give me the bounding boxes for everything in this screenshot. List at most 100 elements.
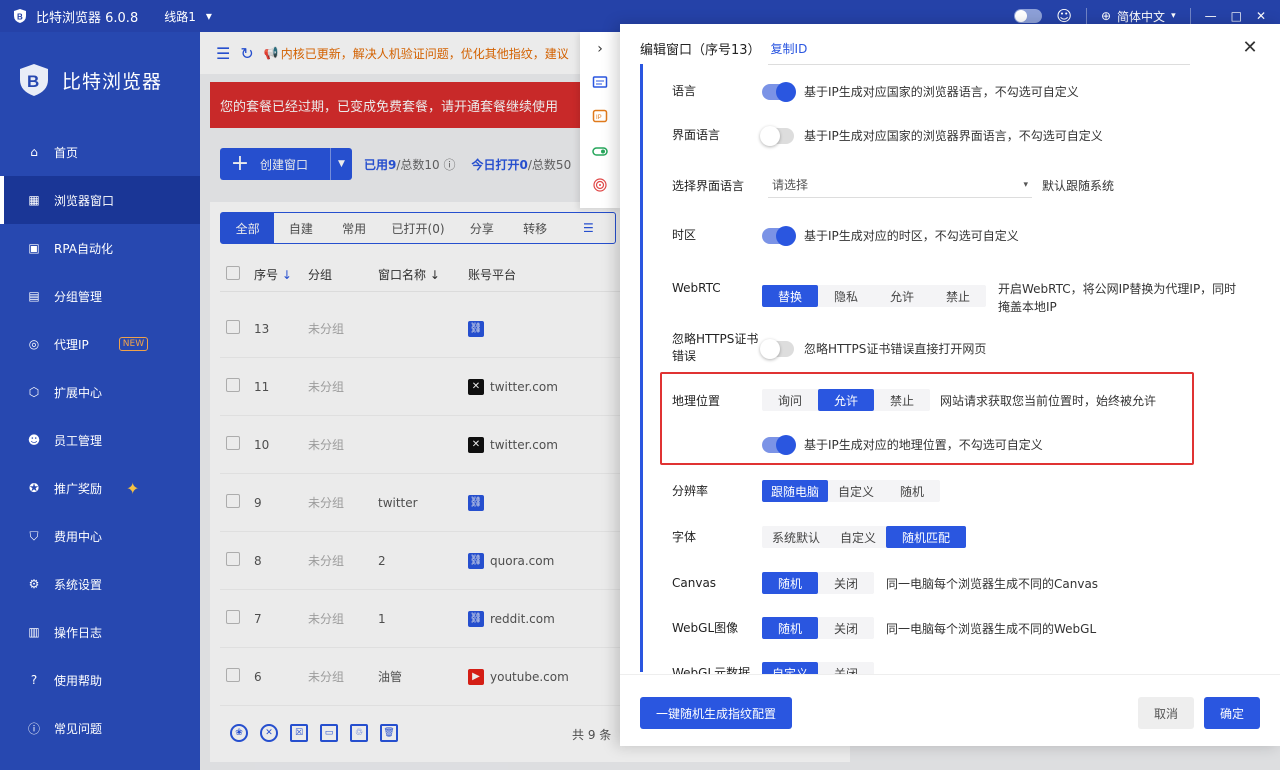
- random-fingerprint-button[interactable]: 一键随机生成指纹配置: [640, 697, 792, 729]
- rpa-icon: ▣: [28, 241, 40, 255]
- ip-icon[interactable]: IP: [580, 100, 620, 134]
- webrtc-option-forbid[interactable]: 禁止: [930, 285, 986, 307]
- webgl-image-option-random[interactable]: 随机: [762, 617, 818, 639]
- support-icon[interactable]: ☺: [1056, 7, 1072, 25]
- cube-icon: ⬡: [28, 385, 40, 399]
- field-label-canvas: Canvas: [672, 576, 717, 590]
- maximize-button[interactable]: □: [1231, 9, 1242, 23]
- reward-icon: ✪: [28, 481, 40, 495]
- quick-tools-strip: › IP: [580, 32, 620, 208]
- webrtc-option-replace[interactable]: 替换: [762, 285, 818, 307]
- new-badge: NEW: [118, 337, 149, 351]
- line-selector[interactable]: 线路1 ▾: [164, 8, 212, 25]
- geo-option-allow[interactable]: 允许: [818, 389, 874, 411]
- modal-body: 语言 基于IP生成对应国家的浏览器语言，不勾选可自定义 界面语言 基于IP生成对…: [620, 64, 1280, 674]
- help-icon: ?: [30, 673, 38, 687]
- sidebar-item-settings[interactable]: ⚙ 系统设置: [0, 560, 200, 608]
- log-icon: ▥: [28, 625, 40, 639]
- webrtc-segmented: 替换 隐私 允许 禁止: [762, 285, 986, 307]
- font-option-random-match[interactable]: 随机匹配: [886, 526, 966, 548]
- timezone-switch[interactable]: [762, 225, 796, 246]
- sparkle-icon: ✦: [126, 478, 140, 498]
- cancel-button[interactable]: 取消: [1138, 697, 1194, 729]
- sidebar-item-logs[interactable]: ▥ 操作日志: [0, 608, 200, 656]
- staff-icon: ☻: [27, 433, 41, 447]
- webgl-meta-option-custom[interactable]: 自定义: [762, 662, 818, 674]
- webgl-meta-segmented: 自定义 关闭: [762, 662, 874, 674]
- sidebar: B 比特浏览器 ⌂ 首页 ▦ 浏览器窗口 ▣ RPA自动化 ▤ 分组管理 ◎ 代理IP NE…: [0, 32, 200, 770]
- fingerprint-icon[interactable]: [580, 168, 620, 202]
- gear-icon: ⚙: [28, 577, 40, 591]
- canvas-option-off[interactable]: 关闭: [818, 572, 874, 594]
- edit-window-modal: 编辑窗口（序号13） 复制ID ✕ 语言 基于IP生成对应国家的浏览器语言，不勾…: [620, 24, 1280, 746]
- sidebar-item-rewards[interactable]: ✪ 推广奖励 ✦: [0, 464, 200, 512]
- group-icon: ▤: [28, 289, 40, 303]
- close-icon[interactable]: ✕: [1240, 38, 1260, 58]
- field-label-select-ui-language: 选择界面语言: [672, 179, 745, 193]
- language-selector[interactable]: ⊕ 简体中文 ▾: [1101, 8, 1176, 25]
- resolution-option-custom[interactable]: 自定义: [828, 480, 884, 502]
- close-window-button[interactable]: ✕: [1256, 9, 1266, 23]
- sidebar-item-browser-window[interactable]: ▦ 浏览器窗口: [0, 176, 200, 224]
- sidebar-item-rpa[interactable]: ▣ RPA自动化: [0, 224, 200, 272]
- geo-option-forbid[interactable]: 禁止: [874, 389, 930, 411]
- sidebar-item-help[interactable]: ? 使用帮助: [0, 656, 200, 704]
- font-option-system[interactable]: 系统默认: [762, 526, 830, 548]
- svg-text:B: B: [27, 72, 39, 91]
- resolution-segmented: 跟随电脑 自定义 随机: [762, 480, 940, 502]
- chevron-down-icon: ▾: [1171, 11, 1176, 21]
- expand-chevron-icon[interactable]: ›: [580, 32, 620, 66]
- sidebar-item-extensions[interactable]: ⬡ 扩展中心: [0, 368, 200, 416]
- canvas-segmented: 随机 关闭: [762, 572, 874, 594]
- grid-icon: ▦: [28, 193, 40, 207]
- svg-text:B: B: [17, 13, 23, 22]
- field-label-language: 语言: [672, 84, 697, 98]
- font-segmented: 系统默认 自定义 随机匹配: [762, 526, 966, 548]
- geo-option-ask[interactable]: 询问: [762, 389, 818, 411]
- app-logo-icon: B: [14, 9, 26, 23]
- ui-language-switch[interactable]: [760, 125, 794, 146]
- sidebar-item-proxy[interactable]: ◎ 代理IP NEW: [0, 320, 200, 368]
- shield-icon: ⛉: [29, 528, 39, 543]
- sidebar-item-faq[interactable]: ⓘ 常见问题: [0, 704, 200, 752]
- minimize-button[interactable]: —: [1205, 9, 1217, 23]
- webrtc-desc: 开启WebRTC，将公网IP替换为代理IP，同时 掩盖本地IP: [998, 282, 1237, 314]
- webgl-meta-option-off[interactable]: 关闭: [818, 662, 874, 675]
- language-switch[interactable]: [762, 81, 796, 102]
- webrtc-option-allow[interactable]: 允许: [874, 285, 930, 307]
- brand-name: 比特浏览器: [62, 70, 163, 93]
- field-label-webgl-image: WebGL图像: [672, 621, 739, 635]
- ui-language-select[interactable]: 请选择 ▾: [768, 172, 1032, 198]
- home-icon: ⌂: [30, 145, 38, 159]
- geolocation-segmented: 询问 允许 禁止: [762, 389, 930, 411]
- resolution-option-random[interactable]: 随机: [884, 480, 940, 502]
- theme-toggle[interactable]: [1014, 9, 1043, 23]
- webgl-image-segmented: 随机 关闭: [762, 617, 874, 639]
- sidebar-item-home[interactable]: ⌂ 首页: [0, 128, 200, 176]
- webgl-image-option-off[interactable]: 关闭: [818, 617, 874, 639]
- globe-icon: ⊕: [1100, 9, 1112, 23]
- ignore-https-switch[interactable]: [760, 338, 794, 359]
- sidebar-item-groups[interactable]: ▤ 分组管理: [0, 272, 200, 320]
- svg-text:IP: IP: [596, 115, 602, 121]
- location-icon: ◎: [28, 337, 40, 351]
- sidebar-item-billing[interactable]: ⛉ 费用中心: [0, 512, 200, 560]
- section-line: [640, 64, 643, 672]
- field-label-webrtc: WebRTC: [672, 281, 721, 295]
- toggle-icon[interactable]: [580, 134, 620, 168]
- canvas-option-random[interactable]: 随机: [762, 572, 818, 594]
- copy-id-link[interactable]: 复制ID: [771, 40, 808, 57]
- field-label-ui-language: 界面语言: [672, 128, 721, 142]
- brand: B 比特浏览器: [0, 32, 200, 128]
- field-label-resolution: 分辨率: [672, 484, 709, 498]
- field-label-webgl-meta: WebGL元数据: [672, 666, 751, 674]
- modal-footer: 一键随机生成指纹配置 取消 确定: [620, 674, 1280, 746]
- confirm-button[interactable]: 确定: [1204, 697, 1260, 729]
- sidebar-item-staff[interactable]: ☻ 员工管理: [0, 416, 200, 464]
- window-info-icon[interactable]: [580, 66, 620, 100]
- webrtc-option-privacy[interactable]: 隐私: [818, 285, 874, 307]
- font-option-custom[interactable]: 自定义: [830, 526, 886, 548]
- app-title: 比特浏览器 6.0.8: [36, 10, 139, 26]
- geolocation-ip-switch[interactable]: [762, 434, 796, 455]
- resolution-option-follow[interactable]: 跟随电脑: [762, 480, 828, 502]
